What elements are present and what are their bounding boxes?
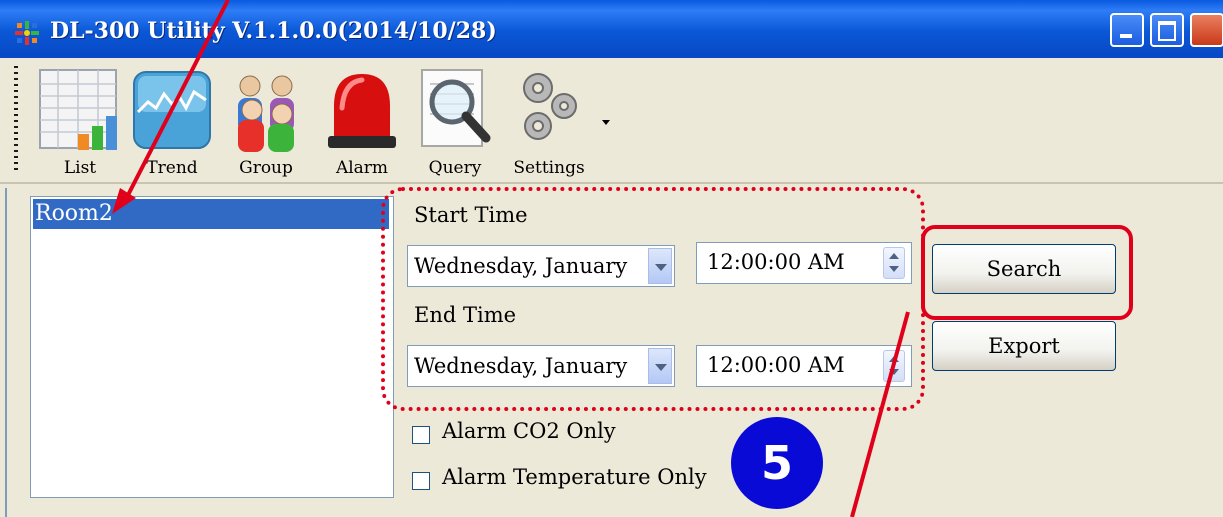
step-badge: 5 xyxy=(731,417,823,509)
arrowhead-icon xyxy=(112,188,136,214)
arrow-to-search-button xyxy=(850,311,910,517)
arrow-to-device-list xyxy=(124,0,230,200)
utility-window: DL-300 Utility V.1.1.0.0(2014/10/28) Lis… xyxy=(0,0,1223,517)
annotation-arrows xyxy=(112,0,910,517)
